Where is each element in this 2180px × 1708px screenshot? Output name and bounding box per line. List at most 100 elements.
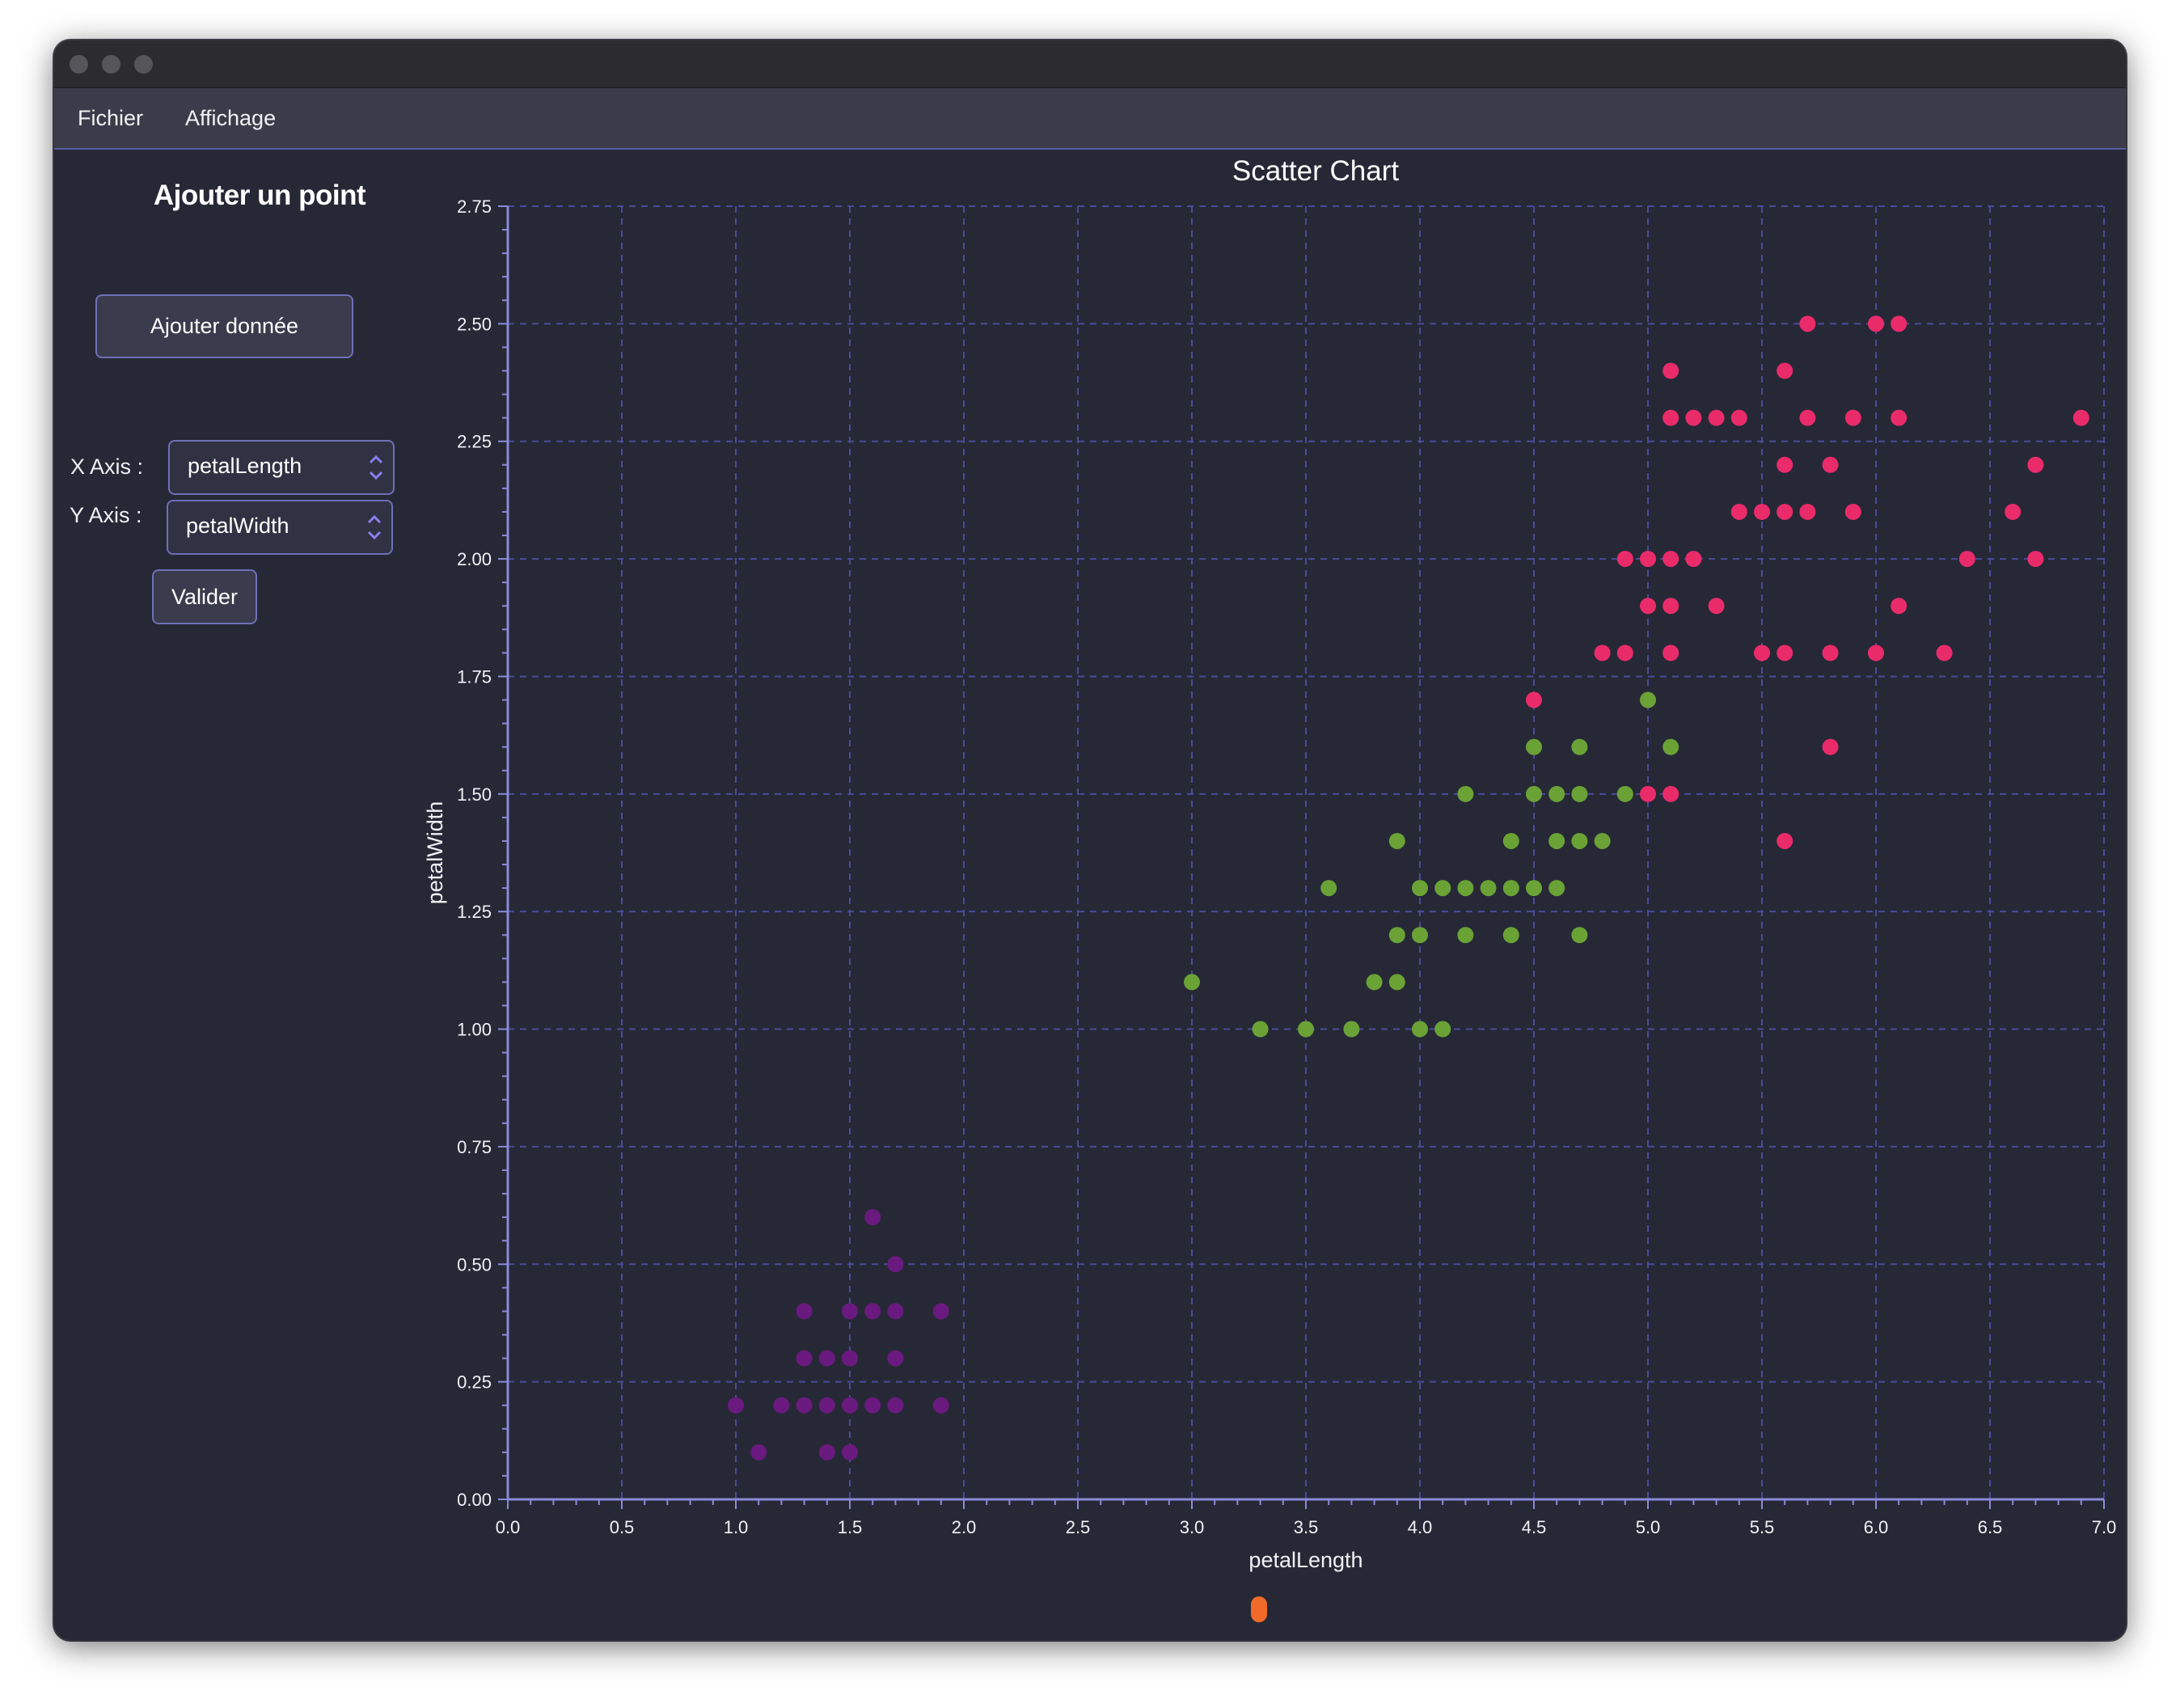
scatter-point xyxy=(1777,362,1793,379)
x-tick-label: 5.5 xyxy=(1750,1517,1775,1537)
scatter-point xyxy=(932,1397,949,1414)
y-tick-label: 2.00 xyxy=(457,549,492,569)
scatter-point xyxy=(1184,974,1200,991)
scatter-point xyxy=(1526,785,1542,802)
scatter-point xyxy=(1571,927,1588,944)
y-axis-title: petalWidth xyxy=(423,801,447,905)
scatter-point xyxy=(864,1209,881,1226)
scatter-point xyxy=(1958,551,1975,568)
scatter-point xyxy=(1366,974,1383,991)
scatter-point xyxy=(1434,1021,1451,1038)
scatter-point xyxy=(1730,503,1747,520)
scatter-point xyxy=(1685,409,1702,426)
scatter-point xyxy=(1388,832,1405,849)
x-tick-label: 2.0 xyxy=(952,1517,977,1537)
x-tick-label: 2.5 xyxy=(1066,1517,1091,1537)
scatter-point xyxy=(1616,551,1633,568)
scatter-point xyxy=(1891,315,1908,332)
scatter-chart: 0.0 0.5 1.0 1.5 2.0 2.5 3.0 3.5 4.0 4.5 5.0 5.5 6.0 6… xyxy=(423,197,2116,1572)
scatter-point xyxy=(1548,832,1565,849)
scatter-point xyxy=(887,1397,904,1414)
scatter-point xyxy=(1320,880,1337,897)
y-tick-label: 0.50 xyxy=(457,1254,492,1275)
scatter-point xyxy=(1708,598,1725,615)
scatter-point xyxy=(1616,785,1633,802)
y-tick-label: 2.75 xyxy=(457,197,492,217)
scatter-point xyxy=(1799,409,1816,426)
scatter-point xyxy=(1616,645,1633,662)
x-tick-label: 3.0 xyxy=(1180,1517,1205,1537)
scatter-point xyxy=(1434,880,1451,897)
scatter-point xyxy=(1822,738,1839,755)
scatter-point xyxy=(1868,645,1884,662)
y-tick-label: 1.00 xyxy=(457,1020,492,1040)
y-tick-label: 1.50 xyxy=(457,784,492,805)
scatter-point xyxy=(1777,503,1793,520)
scatter-point xyxy=(1571,738,1588,755)
scatter-point xyxy=(1868,315,1884,332)
scatter-point xyxy=(1754,645,1770,662)
scatter-point xyxy=(842,1303,858,1320)
scroll-handle[interactable] xyxy=(1251,1596,1267,1622)
scatter-point xyxy=(796,1303,813,1320)
scatter-point xyxy=(1662,598,1679,615)
scatter-point xyxy=(818,1444,835,1461)
y-tick-label: 0.25 xyxy=(457,1372,492,1393)
scatter-point xyxy=(1571,832,1588,849)
scatter-point xyxy=(932,1303,949,1320)
scatter-point xyxy=(1412,1021,1428,1038)
scatter-point xyxy=(1594,832,1611,849)
scatter-point xyxy=(796,1350,813,1367)
scatter-point xyxy=(1640,598,1656,615)
scatter-point xyxy=(887,1256,904,1273)
scatter-point xyxy=(2027,551,2044,568)
scatter-point xyxy=(1730,409,1747,426)
scatter-point xyxy=(1343,1021,1360,1038)
scatter-point xyxy=(1777,456,1793,473)
scatter-point xyxy=(750,1444,767,1461)
x-tick-label: 0.5 xyxy=(610,1517,635,1537)
scatter-point xyxy=(1526,880,1542,897)
scatter-point xyxy=(1502,880,1519,897)
scatter-point xyxy=(1298,1021,1314,1038)
x-tick-label: 5.0 xyxy=(1636,1517,1661,1537)
x-tick-label: 3.5 xyxy=(1294,1517,1319,1537)
scatter-point xyxy=(1799,503,1816,520)
scatter-point xyxy=(1502,832,1519,849)
scatter-point xyxy=(1822,645,1839,662)
scatter-point xyxy=(864,1397,881,1414)
scatter-point xyxy=(864,1303,881,1320)
scatter-point xyxy=(1844,409,1861,426)
scatter-point xyxy=(887,1350,904,1367)
scatter-point xyxy=(1457,927,1474,944)
x-tick-label: 4.0 xyxy=(1408,1517,1433,1537)
scatter-point xyxy=(1457,880,1474,897)
scatter-point xyxy=(1480,880,1497,897)
scatter-point xyxy=(818,1350,835,1367)
scatter-point xyxy=(2005,503,2022,520)
x-axis-title: petalLength xyxy=(1248,1548,1362,1572)
scatter-point xyxy=(1548,785,1565,802)
scatter-point xyxy=(796,1397,813,1414)
scatter-point xyxy=(1662,785,1679,802)
y-tick-label: 2.25 xyxy=(457,432,492,452)
y-tick-label: 0.75 xyxy=(457,1137,492,1157)
scatter-point xyxy=(1662,409,1679,426)
scatter-point xyxy=(1891,598,1908,615)
scatter-point xyxy=(1708,409,1725,426)
scatter-point xyxy=(1777,645,1793,662)
scatter-point xyxy=(842,1444,858,1461)
scatter-point xyxy=(2027,456,2044,473)
scatter-point xyxy=(1754,503,1770,520)
scatter-point xyxy=(842,1397,858,1414)
scatter-point xyxy=(1799,315,1816,332)
x-tick-label: 0.0 xyxy=(496,1517,521,1537)
app-window: Fichier Affichage Ajouter un point Ajout… xyxy=(54,40,2126,1640)
y-tick-label: 0.00 xyxy=(457,1490,492,1510)
scatter-point xyxy=(842,1350,858,1367)
y-tick-label: 2.50 xyxy=(457,314,492,334)
scatter-point xyxy=(2072,409,2089,426)
x-tick-label: 1.0 xyxy=(724,1517,749,1537)
scatter-point xyxy=(1640,785,1656,802)
scatter-point xyxy=(1685,551,1702,568)
